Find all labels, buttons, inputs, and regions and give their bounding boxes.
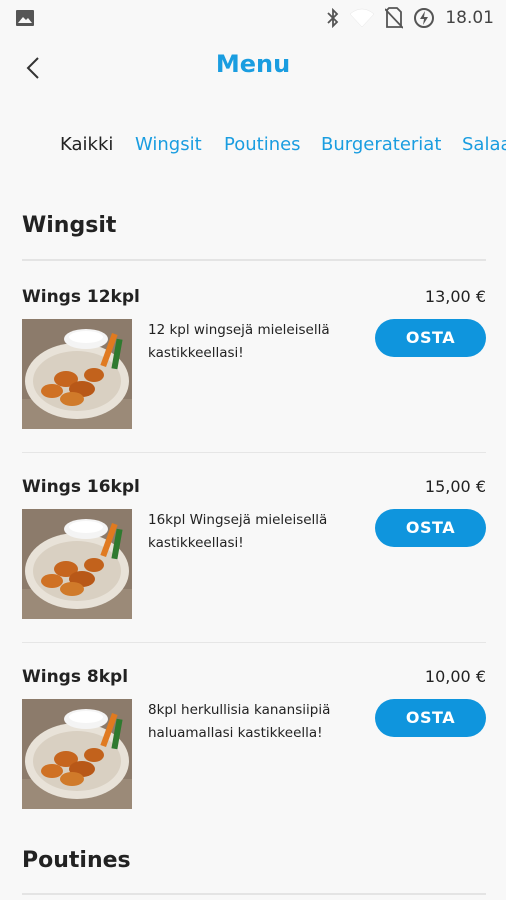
- category-tabs: Kaikki Wingsit Poutines Burgerateriat Sa…: [0, 134, 506, 166]
- menu-item: Wings 8kpl 10,00 € 8kpl herkullisia kana…: [0, 667, 506, 857]
- section-title-wingsit: Wingsit: [22, 213, 117, 238]
- item-divider: [22, 642, 486, 643]
- tab-salaatit[interactable]: Salaa: [462, 134, 506, 155]
- item-name: Wings 12kpl: [22, 287, 140, 307]
- buy-button[interactable]: OSTA: [375, 319, 486, 357]
- item-price: 13,00 €: [424, 287, 486, 306]
- menu-item: Wings 12kpl 13,00 € 12 kpl wingsejä miel…: [0, 287, 506, 477]
- item-divider: [22, 452, 486, 453]
- item-price: 10,00 €: [424, 667, 486, 686]
- item-image: [22, 509, 132, 619]
- page-title: Menu: [215, 50, 291, 78]
- battery-saver-icon: [414, 8, 435, 28]
- item-image: [22, 319, 132, 429]
- item-name: Wings 8kpl: [22, 667, 129, 687]
- item-image: [22, 699, 132, 809]
- tab-burgerateriat[interactable]: Burgerateriat: [321, 134, 441, 155]
- section-divider: [22, 893, 486, 895]
- item-description: 16kpl Wingsejä mieleisellä kastikkeellas…: [148, 512, 328, 551]
- status-bar: 18.01: [0, 0, 506, 36]
- bluetooth-icon: [327, 8, 339, 28]
- status-time: 18.01: [445, 8, 494, 28]
- menu-item: Wings 16kpl 15,00 € 16kpl Wingsejä miele…: [0, 477, 506, 667]
- tab-wingsit[interactable]: Wingsit: [135, 134, 202, 155]
- section-divider: [22, 259, 486, 261]
- buy-button[interactable]: OSTA: [375, 699, 486, 737]
- tab-poutines[interactable]: Poutines: [224, 134, 301, 155]
- item-description: 12 kpl wingsejä mieleisellä kastikkeella…: [148, 322, 330, 361]
- no-sim-icon: [385, 7, 404, 29]
- item-description: 8kpl herkullisia kanansiipiä haluamallas…: [148, 702, 331, 741]
- wifi-icon: [349, 8, 375, 28]
- tab-kaikki[interactable]: Kaikki: [60, 134, 113, 155]
- image-icon: [16, 10, 34, 26]
- item-price: 15,00 €: [424, 477, 486, 496]
- buy-button[interactable]: OSTA: [375, 509, 486, 547]
- section-title-poutines: Poutines: [22, 848, 131, 873]
- item-name: Wings 16kpl: [22, 477, 140, 497]
